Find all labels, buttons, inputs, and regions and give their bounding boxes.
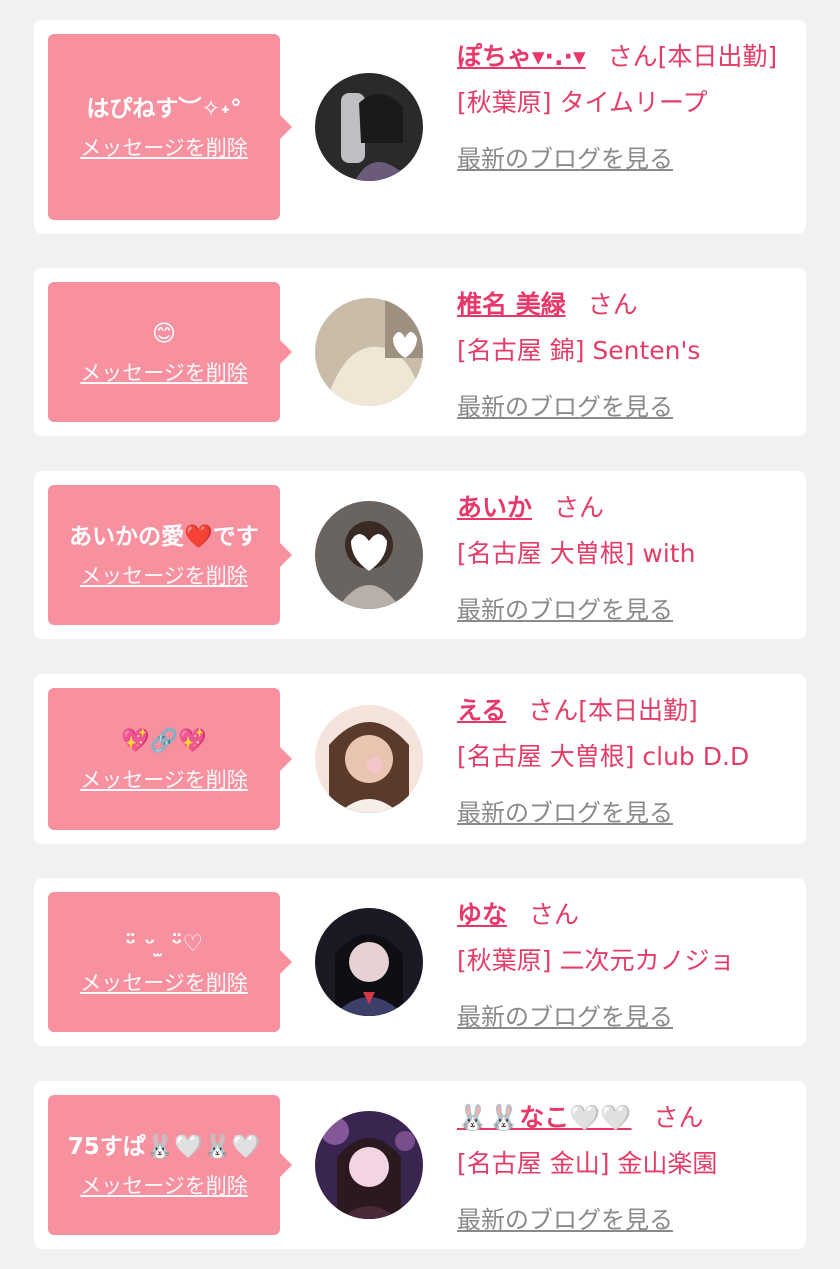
honorific: さん [587,290,638,319]
message-bubble: はぴねす︶✧˖° メッセージを削除 [48,34,292,220]
profile-name-link[interactable]: える [457,696,506,725]
message-bubble: 💖🔗💖 メッセージを削除 [48,688,292,830]
profile-info: 🐰🐰なこ🤍🤍 さん [名古屋 金山] 金山楽園 最新のブログを見る [457,1095,788,1243]
avatar[interactable] [315,298,423,406]
avatar[interactable] [315,501,423,609]
message-text: 💖🔗💖 [121,728,207,754]
list-item: 😊 メッセージを削除 椎名 美緑 さん [名古屋 錦] Senten's 最新のブ… [34,268,806,436]
avatar-photo [315,908,423,1016]
list-item: 💖🔗💖 メッセージを削除 える さん[本日出勤] [名古屋 大曽根] club D… [34,674,806,844]
avatar-photo [315,1111,423,1219]
list-item: 75すぱ🐰🤍🐰🤍 メッセージを削除 🐰🐰なこ🤍🤍 さん [名古屋 金山] 金山楽園… [34,1081,806,1249]
shop-label: [名古屋 大曽根] club D.D [457,742,750,771]
shop-label: [名古屋 金山] 金山楽園 [457,1149,718,1178]
honorific: さん [653,1103,704,1132]
latest-blog-link[interactable]: 最新のブログを見る [457,384,673,430]
message-text: はぴねす︶✧˖° [86,96,242,122]
latest-blog-link[interactable]: 最新のブログを見る [457,994,673,1040]
honorific: さん [529,900,580,929]
shop-label: [名古屋 大曽根] with [457,539,696,568]
avatar-photo [315,705,423,813]
delete-message-link[interactable]: メッセージを削除 [80,560,248,590]
delete-message-link[interactable]: メッセージを削除 [80,132,248,162]
avatar[interactable] [315,908,423,1016]
profile-name-link[interactable]: ゆな [457,900,507,929]
latest-blog-link[interactable]: 最新のブログを見る [457,136,673,182]
profile-info: ゆな さん [秋葉原] 二次元カノジョ 最新のブログを見る [457,892,788,1040]
status-badge: [本日出勤] [578,696,698,725]
profile-info: 椎名 美緑 さん [名古屋 錦] Senten's 最新のブログを見る [457,282,788,430]
delete-message-link[interactable]: メッセージを削除 [80,357,248,387]
avatar[interactable] [315,1111,423,1219]
latest-blog-link[interactable]: 最新のブログを見る [457,587,673,633]
shop-label: [秋葉原] タイムリープ [457,88,708,117]
delete-message-link[interactable]: メッセージを削除 [80,764,248,794]
message-bubble: ᵕ̈ ᵕ ̫ ᵕ̈♡ メッセージを削除 [48,892,292,1032]
message-bubble: あいかの愛❤️です メッセージを削除 [48,485,292,625]
profile-name-link[interactable]: 椎名 美緑 [457,290,566,319]
message-text: 75すぱ🐰🤍🐰🤍 [67,1134,261,1160]
message-bubble: 75すぱ🐰🤍🐰🤍 メッセージを削除 [48,1095,292,1235]
profile-name-link[interactable]: ぽちゃ▾·.·▾ [457,42,586,71]
latest-blog-link[interactable]: 最新のブログを見る [457,1197,673,1243]
honorific: さん [528,696,579,725]
list-item: はぴねす︶✧˖° メッセージを削除 ぽちゃ▾·.·▾ さん[本日出勤] [秋葉原]… [34,20,806,234]
status-badge: [本日出勤] [657,42,778,71]
list-item: あいかの愛❤️です メッセージを削除 あいか さん [名古屋 大曽根] with … [34,471,806,639]
latest-blog-link[interactable]: 最新のブログを見る [457,790,673,836]
delete-message-link[interactable]: メッセージを削除 [80,1170,248,1200]
message-text: あいかの愛❤️です [69,524,259,550]
honorific: さん [554,493,605,522]
honorific: さん [607,42,658,71]
message-list: はぴねす︶✧˖° メッセージを削除 ぽちゃ▾·.·▾ さん[本日出勤] [秋葉原]… [0,0,840,1269]
profile-name-link[interactable]: 🐰🐰なこ🤍🤍 [457,1103,632,1132]
shop-label: [名古屋 錦] Senten's [457,336,701,365]
profile-info: あいか さん [名古屋 大曽根] with 最新のブログを見る [457,485,788,633]
avatar-photo [315,73,423,181]
list-item: ᵕ̈ ᵕ ̫ ᵕ̈♡ メッセージを削除 ゆな さん [秋葉原] 二次元カノジョ 最… [34,878,806,1046]
shop-label: [秋葉原] 二次元カノジョ [457,946,735,975]
message-text: ᵕ̈ ᵕ ̫ ᵕ̈♡ [124,931,204,957]
avatar[interactable] [315,73,423,181]
avatar-photo [315,501,423,609]
profile-info: ぽちゃ▾·.·▾ さん[本日出勤] [秋葉原] タイムリープ 最新のブログを見る [457,34,788,182]
profile-info: える さん[本日出勤] [名古屋 大曽根] club D.D 最新のブログを見る [457,688,788,836]
avatar-photo [315,298,423,406]
message-text: 😊 [152,321,176,347]
message-bubble: 😊 メッセージを削除 [48,282,292,422]
profile-name-link[interactable]: あいか [457,493,532,522]
delete-message-link[interactable]: メッセージを削除 [80,967,248,997]
avatar[interactable] [315,705,423,813]
